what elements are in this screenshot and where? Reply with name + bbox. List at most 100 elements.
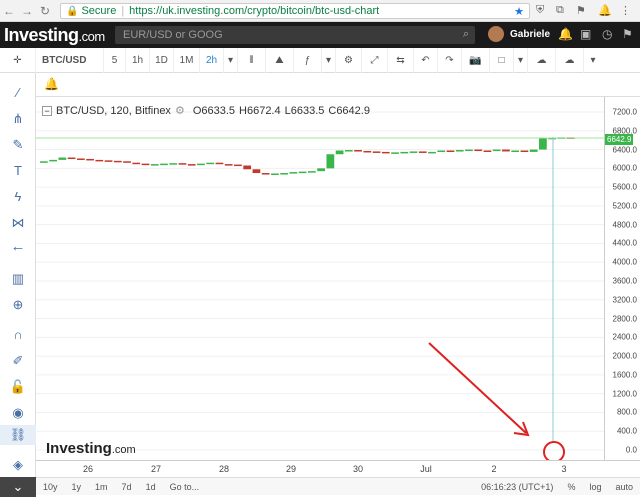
color-dropdown-icon[interactable]: ▾ <box>514 47 528 73</box>
price-chart[interactable] <box>36 97 604 460</box>
candle <box>58 157 67 160</box>
percent-toggle[interactable]: % <box>560 482 582 492</box>
compare-icon[interactable]: ⇆ <box>388 47 414 73</box>
legend-high: H6672.4 <box>239 104 281 117</box>
address-bar[interactable]: 🔒 Secure | https://uk.investing.com/cryp… <box>60 3 530 19</box>
legend-title: BTC/USD, 120, Bitfinex <box>56 104 171 117</box>
avatar <box>488 26 504 42</box>
y-tick-label: 4400.0 <box>612 238 637 248</box>
lock-drawing-icon[interactable]: ✐ <box>0 351 36 371</box>
interval-1d[interactable]: 1D <box>150 47 174 73</box>
zoom-in-icon[interactable]: ⊕ <box>0 295 36 315</box>
price-axis[interactable]: 7200.0 6800.0 6400.0 6000.0 5600.0 5200.0 4800… <box>604 97 640 460</box>
interval-2h[interactable]: 2h <box>200 47 224 73</box>
menu-icon[interactable]: ⋮ <box>620 4 631 17</box>
candle <box>150 164 159 166</box>
candle <box>474 149 483 152</box>
annotation-arrow <box>428 342 530 437</box>
range-1d[interactable]: 1d <box>139 482 163 492</box>
bookmark-star-icon[interactable]: ★ <box>514 5 524 18</box>
magnet-icon[interactable]: ∩ <box>0 325 36 345</box>
search-icon[interactable]: ⌕ <box>463 28 469 41</box>
text-icon[interactable]: T <box>0 161 36 181</box>
portfolio-icon[interactable]: ▣ <box>580 27 591 41</box>
cloud-load-icon[interactable]: ☁ <box>528 47 556 73</box>
interval-5[interactable]: 5 <box>104 47 126 73</box>
x-tick-label: 28 <box>218 464 230 474</box>
candle <box>502 149 510 152</box>
color-square-icon[interactable]: □ <box>490 47 514 73</box>
user-menu[interactable]: Gabriele <box>488 26 550 42</box>
secure-label: Secure <box>81 5 117 17</box>
extension-notification-icon[interactable]: 🔔 <box>598 4 612 17</box>
legend-open: O6633.5 <box>192 104 236 117</box>
y-tick-label: 2800.0 <box>612 314 637 324</box>
bar-chart-icon[interactable]: ▥ <box>0 269 36 289</box>
range-1y[interactable]: 1y <box>65 482 89 492</box>
extension-shield-icon[interactable]: ⛨ <box>536 4 544 17</box>
candle <box>40 161 48 163</box>
alert-bell-icon[interactable]: 🔔 <box>44 77 59 91</box>
x-tick-label: 26 <box>82 464 94 474</box>
unlock-icon[interactable]: 🔓 <box>0 377 36 397</box>
range-7d[interactable]: 7d <box>115 482 139 492</box>
site-search-input[interactable]: EUR/USD or GOOG ⌕ <box>115 26 475 44</box>
forward-icon[interactable]: → <box>18 4 36 18</box>
candle <box>381 151 390 154</box>
trend-line-icon[interactable]: ⁄ <box>0 83 36 103</box>
back-icon[interactable]: ← <box>0 4 18 18</box>
area-chart-icon[interactable]: ⛰ <box>266 47 294 73</box>
collapse-down-icon[interactable]: ⌄ <box>0 477 36 497</box>
candle <box>113 160 122 163</box>
layers-icon[interactable]: ◈ <box>0 455 36 475</box>
candle <box>289 172 298 174</box>
legend-settings-icon[interactable]: ⚙ <box>175 104 185 117</box>
notifications-icon[interactable]: 🔔 <box>558 27 573 41</box>
indicators-dropdown-icon[interactable]: ▾ <box>322 47 336 73</box>
candle <box>141 163 150 166</box>
camera-icon[interactable]: 📷 <box>462 47 490 73</box>
candle <box>335 150 344 155</box>
brush-icon[interactable]: ✎ <box>0 135 36 155</box>
reload-icon[interactable]: ↻ <box>36 4 54 18</box>
crosshair-tool-icon[interactable]: ✛ <box>0 47 36 73</box>
redo-icon[interactable]: ↷ <box>438 47 462 73</box>
candle <box>252 169 261 174</box>
measure-icon[interactable]: ⋈ <box>0 213 36 233</box>
time-axis[interactable]: 26 27 28 29 30 Jul 2 3 <box>36 460 640 477</box>
collapse-legend-icon[interactable]: − <box>42 105 52 116</box>
candle <box>234 164 242 167</box>
undo-icon[interactable]: ↶ <box>414 47 438 73</box>
lock-icon: 🔒 <box>66 5 79 17</box>
clock-icon[interactable]: ◷ <box>602 27 612 41</box>
candle <box>391 152 399 154</box>
pitchfork-icon[interactable]: ⋔ <box>0 109 36 129</box>
more-dropdown-icon[interactable]: ▾ <box>584 48 602 73</box>
collapse-arrow-icon[interactable]: ← <box>0 237 36 257</box>
candle <box>123 161 131 163</box>
range-1m[interactable]: 1m <box>88 482 115 492</box>
language-flag-icon[interactable]: ⚑ <box>622 27 633 41</box>
extension-flag-icon[interactable]: ⚑ <box>576 4 586 17</box>
candle <box>409 151 418 153</box>
link-icon[interactable]: ⛓ <box>0 425 36 445</box>
cloud-save-icon[interactable]: ☁ <box>556 47 584 73</box>
symbol-selector[interactable]: BTC/USD <box>36 47 104 73</box>
candle <box>428 151 436 154</box>
pattern-icon[interactable]: ϟ <box>0 187 36 207</box>
log-toggle[interactable]: log <box>582 482 608 492</box>
range-10y[interactable]: 10y <box>36 482 65 492</box>
eye-icon[interactable]: ◉ <box>0 403 36 423</box>
extension-clip-icon[interactable]: ⧉ <box>556 4 564 17</box>
legend-low: L6633.5 <box>284 104 325 117</box>
candle-style-icon[interactable]: ⫴ <box>238 47 266 73</box>
fullscreen-icon[interactable]: ⤢ <box>362 47 388 73</box>
auto-toggle[interactable]: auto <box>608 482 640 492</box>
indicators-icon[interactable]: ƒ <box>294 47 322 73</box>
interval-1h[interactable]: 1h <box>126 47 150 73</box>
settings-gear-icon[interactable]: ⚙ <box>336 47 362 73</box>
goto-button[interactable]: Go to... <box>163 482 207 492</box>
interval-1m[interactable]: 1M <box>174 47 200 73</box>
site-logo[interactable]: Investing.com <box>4 25 105 46</box>
interval-dropdown-icon[interactable]: ▾ <box>224 47 238 73</box>
